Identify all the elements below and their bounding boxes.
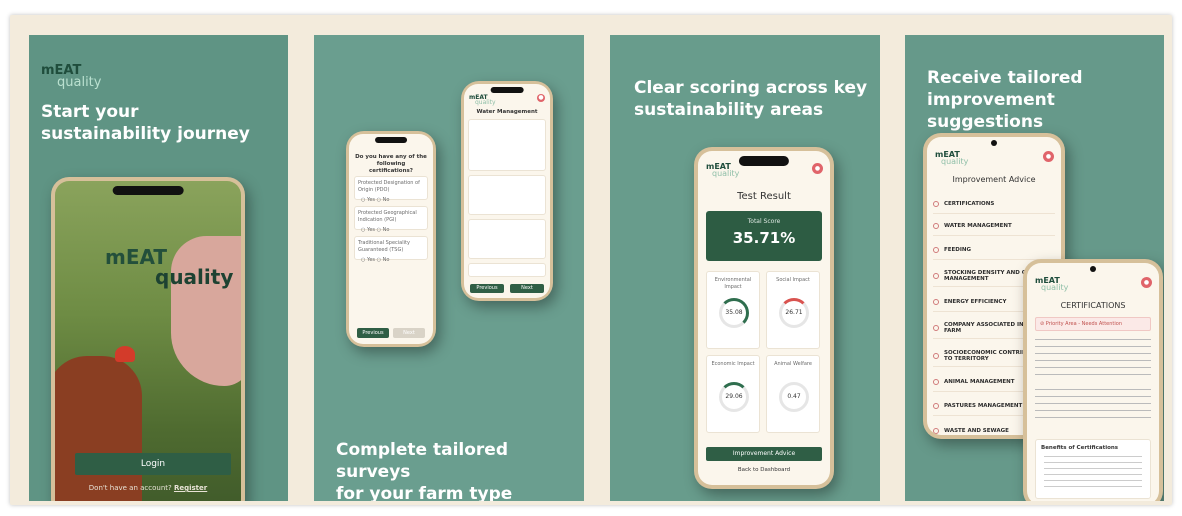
next-button[interactable]: Next <box>510 284 544 293</box>
survey-question: Do you have any of the following certifi… <box>355 154 427 174</box>
panel-headline: Receive tailored improvement suggestions <box>927 68 1083 132</box>
survey-option-card[interactable]: Protected Designation of Origin (PDO) ○ … <box>354 176 428 203</box>
register-prompt: Don't have an account? Register <box>88 484 208 492</box>
panel-headline: Clear scoring across key sustainability … <box>634 78 868 120</box>
benefits-card: Benefits of Certifications <box>1035 439 1151 499</box>
previous-button[interactable]: Previous <box>470 284 504 293</box>
panel-surveys: Do you have any of the following certifi… <box>314 35 584 501</box>
user-icon[interactable]: ● <box>1141 277 1152 288</box>
register-link[interactable]: Register <box>174 484 207 492</box>
total-score-card: Total Score 35.71% <box>706 211 822 261</box>
mini-logo: mEAT quality <box>1035 276 1069 292</box>
survey-section-title: Water Management <box>476 109 538 115</box>
previous-button[interactable]: Previous <box>357 328 389 338</box>
advice-row[interactable]: WATER MANAGEMENT <box>933 217 1055 236</box>
panel-scoring: Clear scoring across key sustainability … <box>610 35 880 501</box>
login-button[interactable]: Login <box>75 453 231 475</box>
mini-logo: mEAT quality <box>935 150 969 166</box>
survey-question-card[interactable] <box>468 119 546 171</box>
mini-logo: mEAT quality <box>469 94 496 106</box>
panel-headline: Start your sustainability journey <box>41 102 250 144</box>
chicken-image <box>55 356 142 501</box>
score-card-social: Social Impact 26.71 <box>766 271 820 349</box>
back-to-dashboard-link[interactable]: Back to Dashboard <box>698 467 830 473</box>
camera-notch <box>112 186 184 195</box>
next-button[interactable]: Next <box>393 328 425 338</box>
result-title: Test Result <box>737 191 791 202</box>
phone-survey-certifications: Do you have any of the following certifi… <box>346 131 436 347</box>
total-score-value: 35.71% <box>732 229 796 247</box>
advice-row[interactable]: CERTIFICATIONS <box>933 195 1055 214</box>
panel-improvement: Receive tailored improvement suggestions… <box>905 35 1164 501</box>
survey-question-card[interactable] <box>468 175 546 215</box>
mini-logo: mEAT quality <box>706 162 740 178</box>
user-icon[interactable]: ● <box>537 94 545 102</box>
score-gauge: 0.47 <box>779 382 809 412</box>
score-card-economic: Economic Impact 29.06 <box>706 355 760 433</box>
score-gauge: 29.06 <box>719 382 749 412</box>
detail-title: CERTIFICATIONS <box>1060 301 1126 310</box>
survey-question-card[interactable] <box>468 219 546 259</box>
panel-start-journey: mEAT quality Start your sustainability j… <box>29 35 288 501</box>
phone-survey-water: mEAT quality ● Water Management Previous … <box>461 81 553 301</box>
advice-row[interactable]: FEEDING <box>933 241 1055 260</box>
score-gauge: 35.08 <box>719 298 749 328</box>
phone-certifications-detail: mEAT quality ● CERTIFICATIONS ⊘ Priority … <box>1023 259 1163 501</box>
priority-badge: ⊘ Priority Area - Needs Attention <box>1035 317 1151 331</box>
score-gauge: 26.71 <box>779 298 809 328</box>
brand-logo: mEAT quality <box>41 63 102 90</box>
survey-option-card[interactable]: Protected Geographical Indication (PGI) … <box>354 206 428 233</box>
score-card-animal-welfare: Animal Welfare 0.47 <box>766 355 820 433</box>
app-logo: mEAT quality <box>105 245 234 289</box>
survey-option-card[interactable]: Traditional Speciality Guaranteed (TSG) … <box>354 236 428 263</box>
advice-title: Improvement Advice <box>952 175 1036 184</box>
score-card-environmental: Environmental Impact 35.08 <box>706 271 760 349</box>
phone-test-result: mEAT quality ● Test Result Total Score 35… <box>694 147 834 489</box>
survey-question-card[interactable] <box>468 263 546 277</box>
user-icon[interactable]: ● <box>1043 151 1054 162</box>
improvement-advice-button[interactable]: Improvement Advice <box>706 447 822 461</box>
phone-login: mEAT quality Login Don't have an account… <box>51 177 245 501</box>
panel-headline: Complete tailored surveys for your farm … <box>336 440 513 501</box>
user-icon[interactable]: ● <box>812 163 823 174</box>
